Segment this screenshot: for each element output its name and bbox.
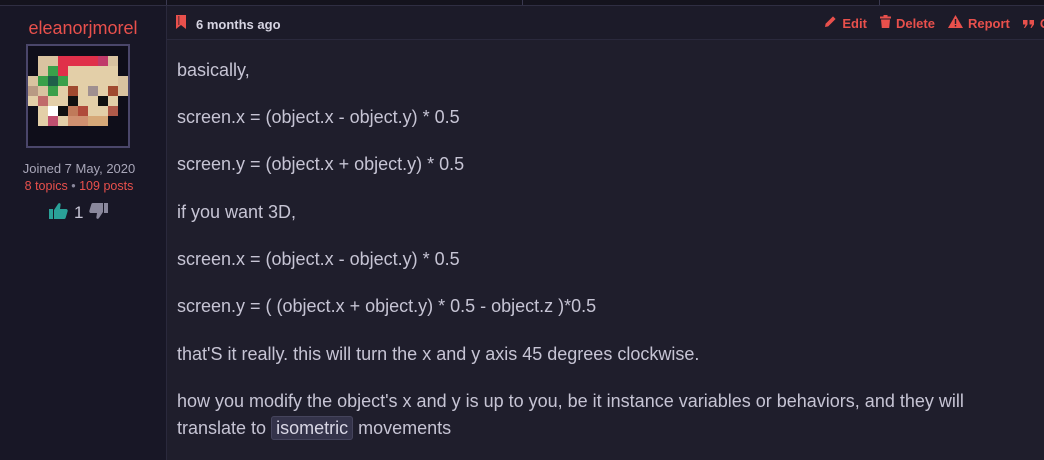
post-actions: Edit Delete Report	[824, 15, 1044, 31]
join-date: Joined 7 May, 2020	[22, 161, 136, 176]
pencil-icon	[824, 15, 837, 31]
author-sidebar: eleanorjmorel Joined 7 May, 2020 8 topic…	[0, 6, 167, 460]
avatar[interactable]	[26, 44, 130, 148]
bookmark-icon[interactable]	[175, 15, 187, 34]
quote-icon	[1022, 16, 1035, 31]
edit-label: Edit	[842, 15, 867, 31]
inline-code: isometric	[271, 416, 354, 440]
paragraph-text: translate to	[177, 418, 267, 438]
posts-link[interactable]: 109 posts	[79, 179, 133, 193]
post-paragraph: translate to isometric movements	[177, 416, 451, 441]
quote-button[interactable]: Q	[1022, 16, 1044, 31]
paragraph-text: movements	[358, 418, 452, 438]
post-paragraph: screen.y = ( (object.x + object.y) * 0.5…	[177, 296, 597, 316]
user-stats: 8 topics • 109 posts	[0, 179, 158, 193]
post-header: 6 months ago Edit Delete Report	[167, 6, 1044, 40]
report-button[interactable]: Report	[947, 15, 1010, 31]
edit-button[interactable]: Edit	[824, 15, 867, 31]
vote-controls: 1	[48, 202, 109, 225]
post-paragraph: basically,	[177, 60, 250, 80]
delete-button[interactable]: Delete	[879, 15, 935, 31]
stats-separator: •	[71, 179, 76, 193]
post-paragraph: screen.x = (object.x - object.y) * 0.5	[177, 107, 460, 127]
report-label: Report	[967, 15, 1010, 31]
username-link[interactable]: eleanorjmorel	[0, 18, 166, 39]
post-paragraph: if you want 3D,	[177, 202, 297, 222]
thumbs-down-icon[interactable]	[89, 202, 109, 225]
post-time[interactable]: 6 months ago	[196, 17, 281, 32]
topics-link[interactable]: 8 topics	[25, 179, 68, 193]
post-meta: 6 months ago	[175, 15, 281, 34]
warning-icon	[947, 15, 963, 31]
post-paragraph: screen.y = (object.x + object.y) * 0.5	[177, 154, 465, 174]
thumbs-up-icon[interactable]	[48, 202, 68, 225]
quote-label: Q	[1040, 16, 1044, 31]
post-paragraph: screen.x = (object.x - object.y) * 0.5	[177, 249, 460, 269]
post-paragraph: that'S it really. this will turn the x a…	[177, 344, 700, 364]
delete-label: Delete	[895, 15, 935, 31]
post-paragraph: how you modify the object's x and y is u…	[177, 391, 964, 411]
vote-count: 1	[74, 203, 84, 222]
trash-icon	[879, 15, 891, 31]
